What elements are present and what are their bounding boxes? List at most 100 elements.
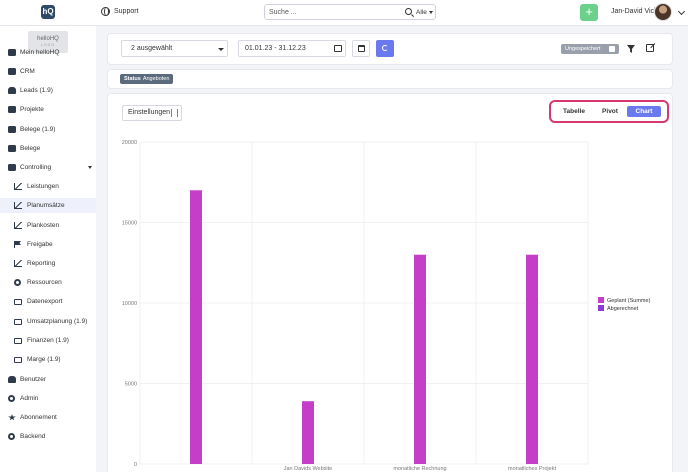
chart-panel: Einstellungen Tabelle Pivot Chart 0 5000 1… — [108, 94, 672, 472]
sidebar-item-label: Benutzer — [20, 376, 47, 383]
x-tick-label: monatliches Projekt — [508, 466, 556, 472]
sidebar-item-label: Plankosten — [27, 222, 60, 229]
company-logo-text: helloHQ — [37, 36, 59, 42]
unsaved-badge-label: Ungespeichert — [565, 46, 601, 52]
sidebar-item-label: Finanzen (1.9) — [27, 337, 69, 344]
star-icon — [8, 414, 16, 421]
selection-dropdown[interactable]: 2 ausgewählt — [121, 40, 228, 57]
reload-button[interactable] — [376, 40, 394, 57]
sidebar-item-datenexport[interactable]: Datenexport — [0, 294, 96, 309]
gear-icon — [14, 279, 21, 286]
y-tick-label: 0 — [134, 462, 137, 468]
sidebar-item-abonnement[interactable]: Abonnement — [0, 410, 96, 425]
globe-icon — [101, 7, 110, 16]
bar-geplant — [526, 254, 538, 464]
user-name[interactable]: Jan-David Vick — [611, 8, 658, 15]
date-range-field[interactable]: 01.01.23 - 31.12.23 — [238, 40, 346, 57]
sidebar-item-projekte[interactable]: Projekte — [0, 102, 96, 117]
chevron-down-icon[interactable] — [429, 11, 433, 14]
x-tick-label: monatliche Rechnung — [393, 466, 446, 472]
avatar[interactable] — [654, 3, 672, 21]
search-input[interactable]: Suche ... — [269, 9, 297, 16]
sidebar-item-label: Admin — [20, 395, 39, 402]
sidebar-item-mein-hellohq[interactable]: Mein helloHQ — [0, 45, 96, 60]
flag-icon — [14, 241, 22, 248]
sidebar-item-label: Planumsätze — [27, 202, 65, 209]
search-icon[interactable] — [405, 8, 412, 15]
calendar-icon[interactable] — [334, 45, 342, 52]
calendar-button[interactable] — [352, 40, 370, 57]
legend-label: Geplant (Summe) — [607, 298, 651, 304]
save-icon — [609, 46, 615, 52]
legend-swatch — [598, 305, 604, 311]
sidebar-item-planumsätze[interactable]: Planumsätze — [0, 198, 96, 213]
sidebar-item-label: Umsatzplanung (1.9) — [27, 318, 88, 325]
sidebar-item-belege[interactable]: Belege — [0, 141, 96, 156]
sidebar-item-plankosten[interactable]: Plankosten — [0, 218, 96, 233]
monitor-icon — [14, 356, 22, 363]
search-scope-select[interactable]: Alle — [416, 9, 427, 16]
contacts-icon — [8, 68, 16, 75]
sidebar-item-leistungen[interactable]: Leistungen — [0, 179, 96, 194]
sidebar-item-reporting[interactable]: Reporting — [0, 256, 96, 271]
bar-geplant — [190, 190, 202, 465]
external-link-icon[interactable] — [646, 44, 654, 52]
sidebar-item-backend[interactable]: Backend — [0, 429, 96, 444]
sidebar-item-marge-1-9[interactable]: Marge (1.9) — [0, 352, 96, 367]
app-logo[interactable]: hQ — [41, 5, 55, 19]
status-filter-bar: Status Angeboten — [108, 70, 672, 88]
sidebar-item-controlling[interactable]: Controlling — [0, 160, 96, 175]
status-chip-key: Status — [124, 76, 141, 82]
bar-chart: 0 5000 10000 15000 20000 Jan Davids Website mo… — [122, 140, 651, 472]
date-range-value: 01.01.23 - 31.12.23 — [245, 45, 306, 52]
sidebar-item-label: Backend — [20, 433, 46, 440]
chevron-down-icon[interactable] — [88, 166, 92, 169]
sidebar-item-finanzen-1-9[interactable]: Finanzen (1.9) — [0, 333, 96, 348]
add-button[interactable]: + — [580, 4, 598, 21]
sidebar-item-label: Marge (1.9) — [27, 356, 61, 363]
reload-icon — [382, 45, 388, 51]
status-chip[interactable]: Status Angeboten — [120, 74, 174, 84]
dashboard-icon — [8, 49, 16, 56]
global-search[interactable]: Suche ... Alle — [264, 4, 436, 20]
users-icon — [8, 376, 16, 383]
sidebar-item-ressourcen[interactable]: Ressourcen — [0, 275, 96, 290]
line-chart-icon — [14, 260, 22, 267]
support-label: Support — [114, 8, 139, 15]
sidebar-item-leads-1-9[interactable]: Leads (1.9) — [0, 83, 96, 98]
monitor-icon — [14, 337, 22, 344]
sidebar-item-freigabe[interactable]: Freigabe — [0, 237, 96, 252]
sidebar-item-label: Reporting — [27, 260, 56, 267]
line-chart-icon — [14, 183, 22, 190]
filter-icon[interactable] — [627, 45, 635, 53]
user-menu-chevron-icon[interactable] — [677, 7, 686, 16]
legend-swatch — [598, 297, 604, 303]
sidebar-item-label: Abonnement — [20, 414, 57, 421]
y-tick-label: 15000 — [122, 221, 137, 227]
unsaved-badge[interactable]: Ungespeichert — [561, 44, 619, 54]
y-tick-label: 5000 — [125, 382, 137, 388]
y-tick-label: 20000 — [122, 140, 137, 146]
sidebar-item-label: Mein helloHQ — [20, 49, 60, 56]
line-chart-icon — [14, 222, 22, 229]
y-tick-label: 10000 — [122, 301, 137, 307]
chevron-down-icon — [218, 48, 224, 51]
sidebar-item-crm[interactable]: CRM — [0, 64, 96, 79]
sidebar-item-admin[interactable]: Admin — [0, 391, 96, 406]
document-icon — [8, 145, 16, 152]
selection-dropdown-value: 2 ausgewählt — [131, 45, 173, 52]
sidebar-item-label: CRM — [20, 68, 35, 75]
support-link[interactable]: Support — [101, 7, 139, 16]
line-chart-icon — [14, 202, 22, 209]
bar-geplant — [302, 401, 314, 464]
chart-icon — [8, 164, 16, 171]
sidebar-item-belege-1-9[interactable]: Belege (1.9) — [0, 122, 96, 137]
sidebar-item-label: Projekte — [20, 106, 44, 113]
monitor-icon — [14, 318, 22, 325]
sidebar-item-benutzer[interactable]: Benutzer — [0, 372, 96, 387]
sidebar-item-label: Datenexport — [27, 298, 63, 305]
sidebar-item-label: Leistungen — [27, 183, 59, 190]
sidebar-item-umsatzplanung-1-9[interactable]: Umsatzplanung (1.9) — [0, 314, 96, 329]
sidebar-item-label: Freigabe — [27, 241, 53, 248]
sidebar-item-label: Ressourcen — [27, 279, 62, 286]
